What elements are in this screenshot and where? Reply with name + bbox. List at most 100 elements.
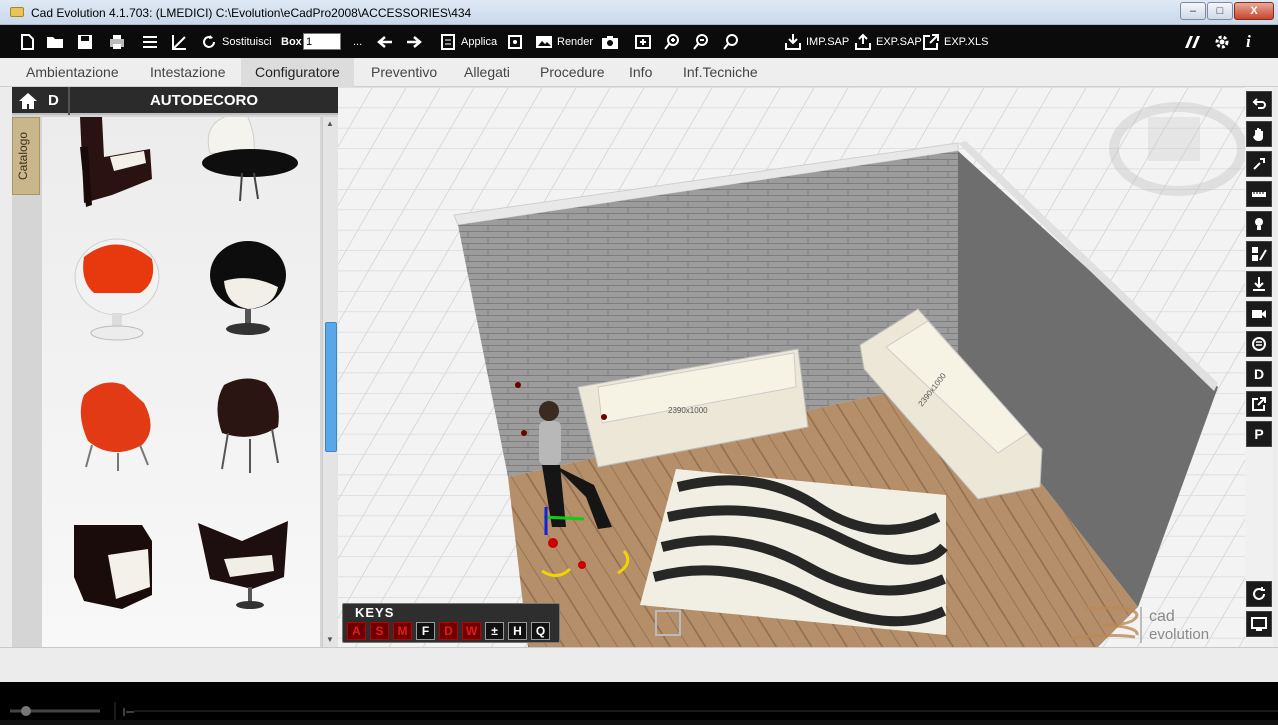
catalog-item-chair-8[interactable]: [192, 517, 302, 627]
open-folder-icon: [47, 37, 63, 48]
key-s[interactable]: S: [370, 622, 389, 640]
key-q[interactable]: Q: [531, 622, 550, 640]
catalog-scrollbar[interactable]: ▲ ▼: [322, 117, 338, 647]
camera-button[interactable]: [601, 31, 619, 53]
gear-icon: [1215, 35, 1229, 49]
rotate-view-button[interactable]: [1246, 581, 1272, 607]
app-window: Cad Evolution 4.1.703: (LMEDICI) C:\Evol…: [0, 0, 1278, 682]
tab-configuratore[interactable]: Configuratore: [241, 58, 354, 87]
catalog-item-chair-2[interactable]: [192, 117, 302, 223]
new-file-icon: [21, 34, 34, 50]
height-button[interactable]: [1246, 271, 1272, 297]
replace-button[interactable]: Sostituisci: [200, 31, 272, 53]
apply-button[interactable]: Applica: [439, 31, 497, 53]
minimize-button[interactable]: –: [1180, 2, 1206, 20]
camera-icon: [602, 36, 618, 49]
arrow-left-icon: [377, 36, 392, 48]
printer-icon: [110, 35, 124, 49]
zoom-frame-button[interactable]: [634, 31, 652, 53]
key-m[interactable]: M: [393, 622, 412, 640]
export-view-button[interactable]: [1246, 391, 1272, 417]
layers-button[interactable]: [1246, 331, 1272, 357]
measure-button[interactable]: [170, 31, 188, 53]
books-icon: [1185, 36, 1200, 48]
catalog-item-chair-5[interactable]: [62, 375, 172, 485]
zoom-extents-icon: [723, 34, 738, 50]
tab-ambientazione[interactable]: Ambientazione: [12, 58, 133, 87]
move-button[interactable]: [1246, 151, 1272, 177]
layout-button[interactable]: [1246, 241, 1272, 267]
zoom-out-button[interactable]: [692, 31, 710, 53]
right-p-button[interactable]: P: [1246, 421, 1272, 447]
open-folder-button[interactable]: [46, 31, 64, 53]
new-file-button[interactable]: [18, 31, 36, 53]
angle-icon: [172, 35, 186, 50]
undo-button[interactable]: [1246, 91, 1272, 117]
key-f[interactable]: F: [416, 622, 435, 640]
export-square-icon: [1252, 397, 1266, 411]
tab-allegati[interactable]: Allegati: [450, 58, 524, 87]
ruler-button[interactable]: [1246, 181, 1272, 207]
screen-button[interactable]: [1246, 611, 1272, 637]
tab-inf-tecniche[interactable]: Inf.Tecniche: [669, 58, 772, 87]
panel-title: AUTODECORO: [149, 92, 259, 109]
panel-d-button[interactable]: D: [48, 92, 59, 109]
zoom-in-button[interactable]: [663, 31, 681, 53]
arrow-left-button[interactable]: [376, 31, 394, 53]
arrow-right-button[interactable]: [405, 31, 423, 53]
key-a[interactable]: A: [347, 622, 366, 640]
key-w[interactable]: W: [462, 622, 481, 640]
scroll-thumb[interactable]: [325, 322, 337, 452]
catalog-panel: D AUTODECORO Catalogo ▲ ▼: [12, 87, 338, 647]
video-button[interactable]: [1246, 301, 1272, 327]
zoom-extents-button[interactable]: [722, 31, 740, 53]
sofa-dimension-1: 2390x1000: [668, 406, 708, 415]
layers-icon: [1252, 337, 1266, 351]
tab-preventivo[interactable]: Preventivo: [357, 58, 451, 87]
import-icon: [785, 34, 801, 50]
light-button[interactable]: [1246, 211, 1272, 237]
exp-sap-button[interactable]: EXP.SAP: [854, 31, 922, 53]
catalog-item-chair-3[interactable]: [62, 237, 172, 347]
home-icon[interactable]: [17, 91, 39, 111]
target-button[interactable]: [506, 31, 524, 53]
logo-mark: cad evolution: [1068, 606, 1209, 643]
exp-xls-button[interactable]: EXP.XLS: [922, 31, 988, 53]
catalog-item-chair-7[interactable]: [62, 517, 172, 627]
more-button[interactable]: ...: [353, 31, 362, 53]
scroll-down-icon[interactable]: ▼: [326, 635, 334, 644]
box-label: Box: [281, 36, 302, 48]
catalog-item-chair-1[interactable]: [62, 117, 172, 227]
layout-edit-icon: [1252, 247, 1267, 261]
catalog-item-chair-4[interactable]: [192, 237, 302, 347]
tab-catalogo[interactable]: Catalogo: [12, 117, 40, 195]
close-button[interactable]: X: [1234, 2, 1274, 20]
pan-button[interactable]: [1246, 121, 1272, 147]
panel-header: D AUTODECORO: [12, 87, 338, 115]
exp-sap-label: EXP.SAP: [876, 36, 922, 48]
tab-info[interactable]: Info: [615, 58, 666, 87]
3d-viewport[interactable]: 2390x1000 2390x1000: [338, 87, 1245, 647]
save-button[interactable]: [76, 31, 94, 53]
key-h[interactable]: H: [508, 622, 527, 640]
info-button[interactable]: i: [1246, 31, 1251, 53]
wizard-button[interactable]: [1183, 31, 1201, 53]
catalog-item-chair-6[interactable]: [192, 375, 302, 485]
tab-intestazione[interactable]: Intestazione: [136, 58, 240, 87]
print-button[interactable]: [108, 31, 126, 53]
export-square-icon: [923, 34, 939, 50]
right-d-button[interactable]: D: [1246, 361, 1272, 387]
settings-button[interactable]: [1213, 31, 1231, 53]
box-input[interactable]: [303, 33, 341, 50]
tab-procedure[interactable]: Procedure: [526, 58, 619, 87]
zoom-out-icon: [693, 34, 708, 50]
key-d[interactable]: D: [439, 622, 458, 640]
render-button[interactable]: Render: [535, 31, 593, 53]
scroll-up-icon[interactable]: ▲: [326, 119, 334, 128]
zoom-in-icon: [664, 34, 679, 50]
list-button[interactable]: [141, 31, 159, 53]
imp-sap-button[interactable]: IMP.SAP: [784, 31, 849, 53]
render-label: Render: [557, 36, 594, 48]
key-plus-minus[interactable]: ±: [485, 622, 504, 640]
maximize-button[interactable]: □: [1207, 2, 1233, 20]
